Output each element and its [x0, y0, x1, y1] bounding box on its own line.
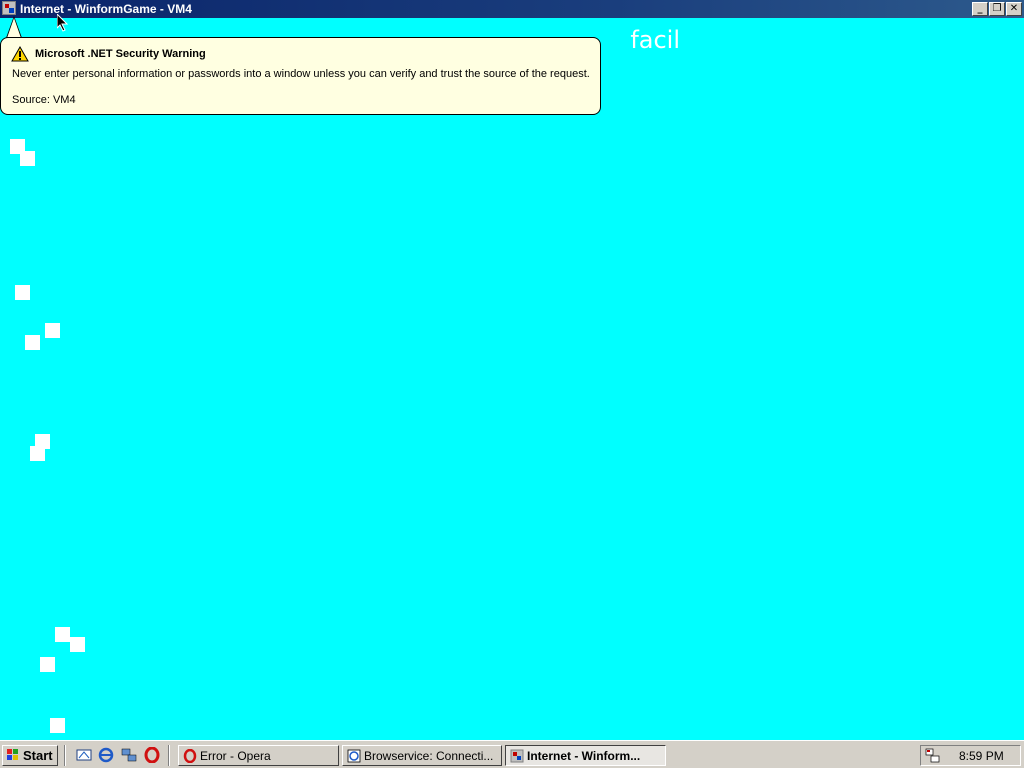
browser-icon — [347, 749, 361, 763]
title-bar[interactable]: Internet - WinformGame - VM4 _ ❐ ✕ — [0, 0, 1024, 18]
app-icon — [510, 749, 524, 763]
task-button-browservice[interactable]: Browservice: Connecti... — [342, 745, 502, 766]
window-title: Internet - WinformGame - VM4 — [20, 2, 192, 16]
taskbar-separator — [64, 745, 66, 766]
warning-message: Never enter personal information or pass… — [12, 68, 590, 80]
balloon-tail-inner — [7, 18, 21, 38]
network-icon[interactable] — [121, 747, 137, 763]
clock[interactable]: 8:59 PM — [959, 749, 1004, 763]
network-tray-icon[interactable] — [925, 748, 941, 764]
white-square — [55, 627, 70, 642]
task-button-opera[interactable]: Error - Opera — [178, 745, 339, 766]
warning-title: Microsoft .NET Security Warning — [35, 48, 206, 60]
opera-icon — [183, 749, 197, 763]
app-icon[interactable] — [2, 1, 16, 15]
security-warning-balloon[interactable]: Microsoft .NET Security Warning Never en… — [0, 37, 601, 115]
white-square — [20, 151, 35, 166]
task-label: Error - Opera — [200, 749, 271, 763]
close-button[interactable]: ✕ — [1006, 2, 1022, 16]
warning-icon — [11, 46, 29, 62]
taskbar-separator — [168, 745, 170, 766]
start-button[interactable]: Start — [2, 745, 58, 766]
start-label: Start — [23, 748, 53, 763]
white-square — [70, 637, 85, 652]
task-button-winformgame[interactable]: Internet - Winform... — [505, 745, 666, 766]
task-label: Internet - Winform... — [527, 749, 641, 763]
warning-source: Source: VM4 — [12, 94, 76, 106]
taskbar: Start Error - Opera Browservice: Connect… — [0, 740, 1024, 768]
white-square — [25, 335, 40, 350]
task-label: Browservice: Connecti... — [364, 749, 494, 763]
opera-icon[interactable] — [144, 747, 160, 763]
mouse-cursor-icon — [57, 14, 69, 32]
white-square — [40, 657, 55, 672]
internet-explorer-icon[interactable] — [98, 747, 114, 763]
white-square — [45, 323, 60, 338]
white-square — [15, 285, 30, 300]
windows-logo-icon — [7, 749, 18, 760]
show-desktop-icon[interactable] — [76, 747, 92, 763]
white-square — [30, 446, 45, 461]
restore-button[interactable]: ❐ — [989, 2, 1005, 16]
system-tray: 8:59 PM — [920, 745, 1021, 766]
game-canvas[interactable]: facil — [0, 18, 1024, 740]
white-square — [50, 718, 65, 733]
minimize-button[interactable]: _ — [972, 2, 988, 16]
